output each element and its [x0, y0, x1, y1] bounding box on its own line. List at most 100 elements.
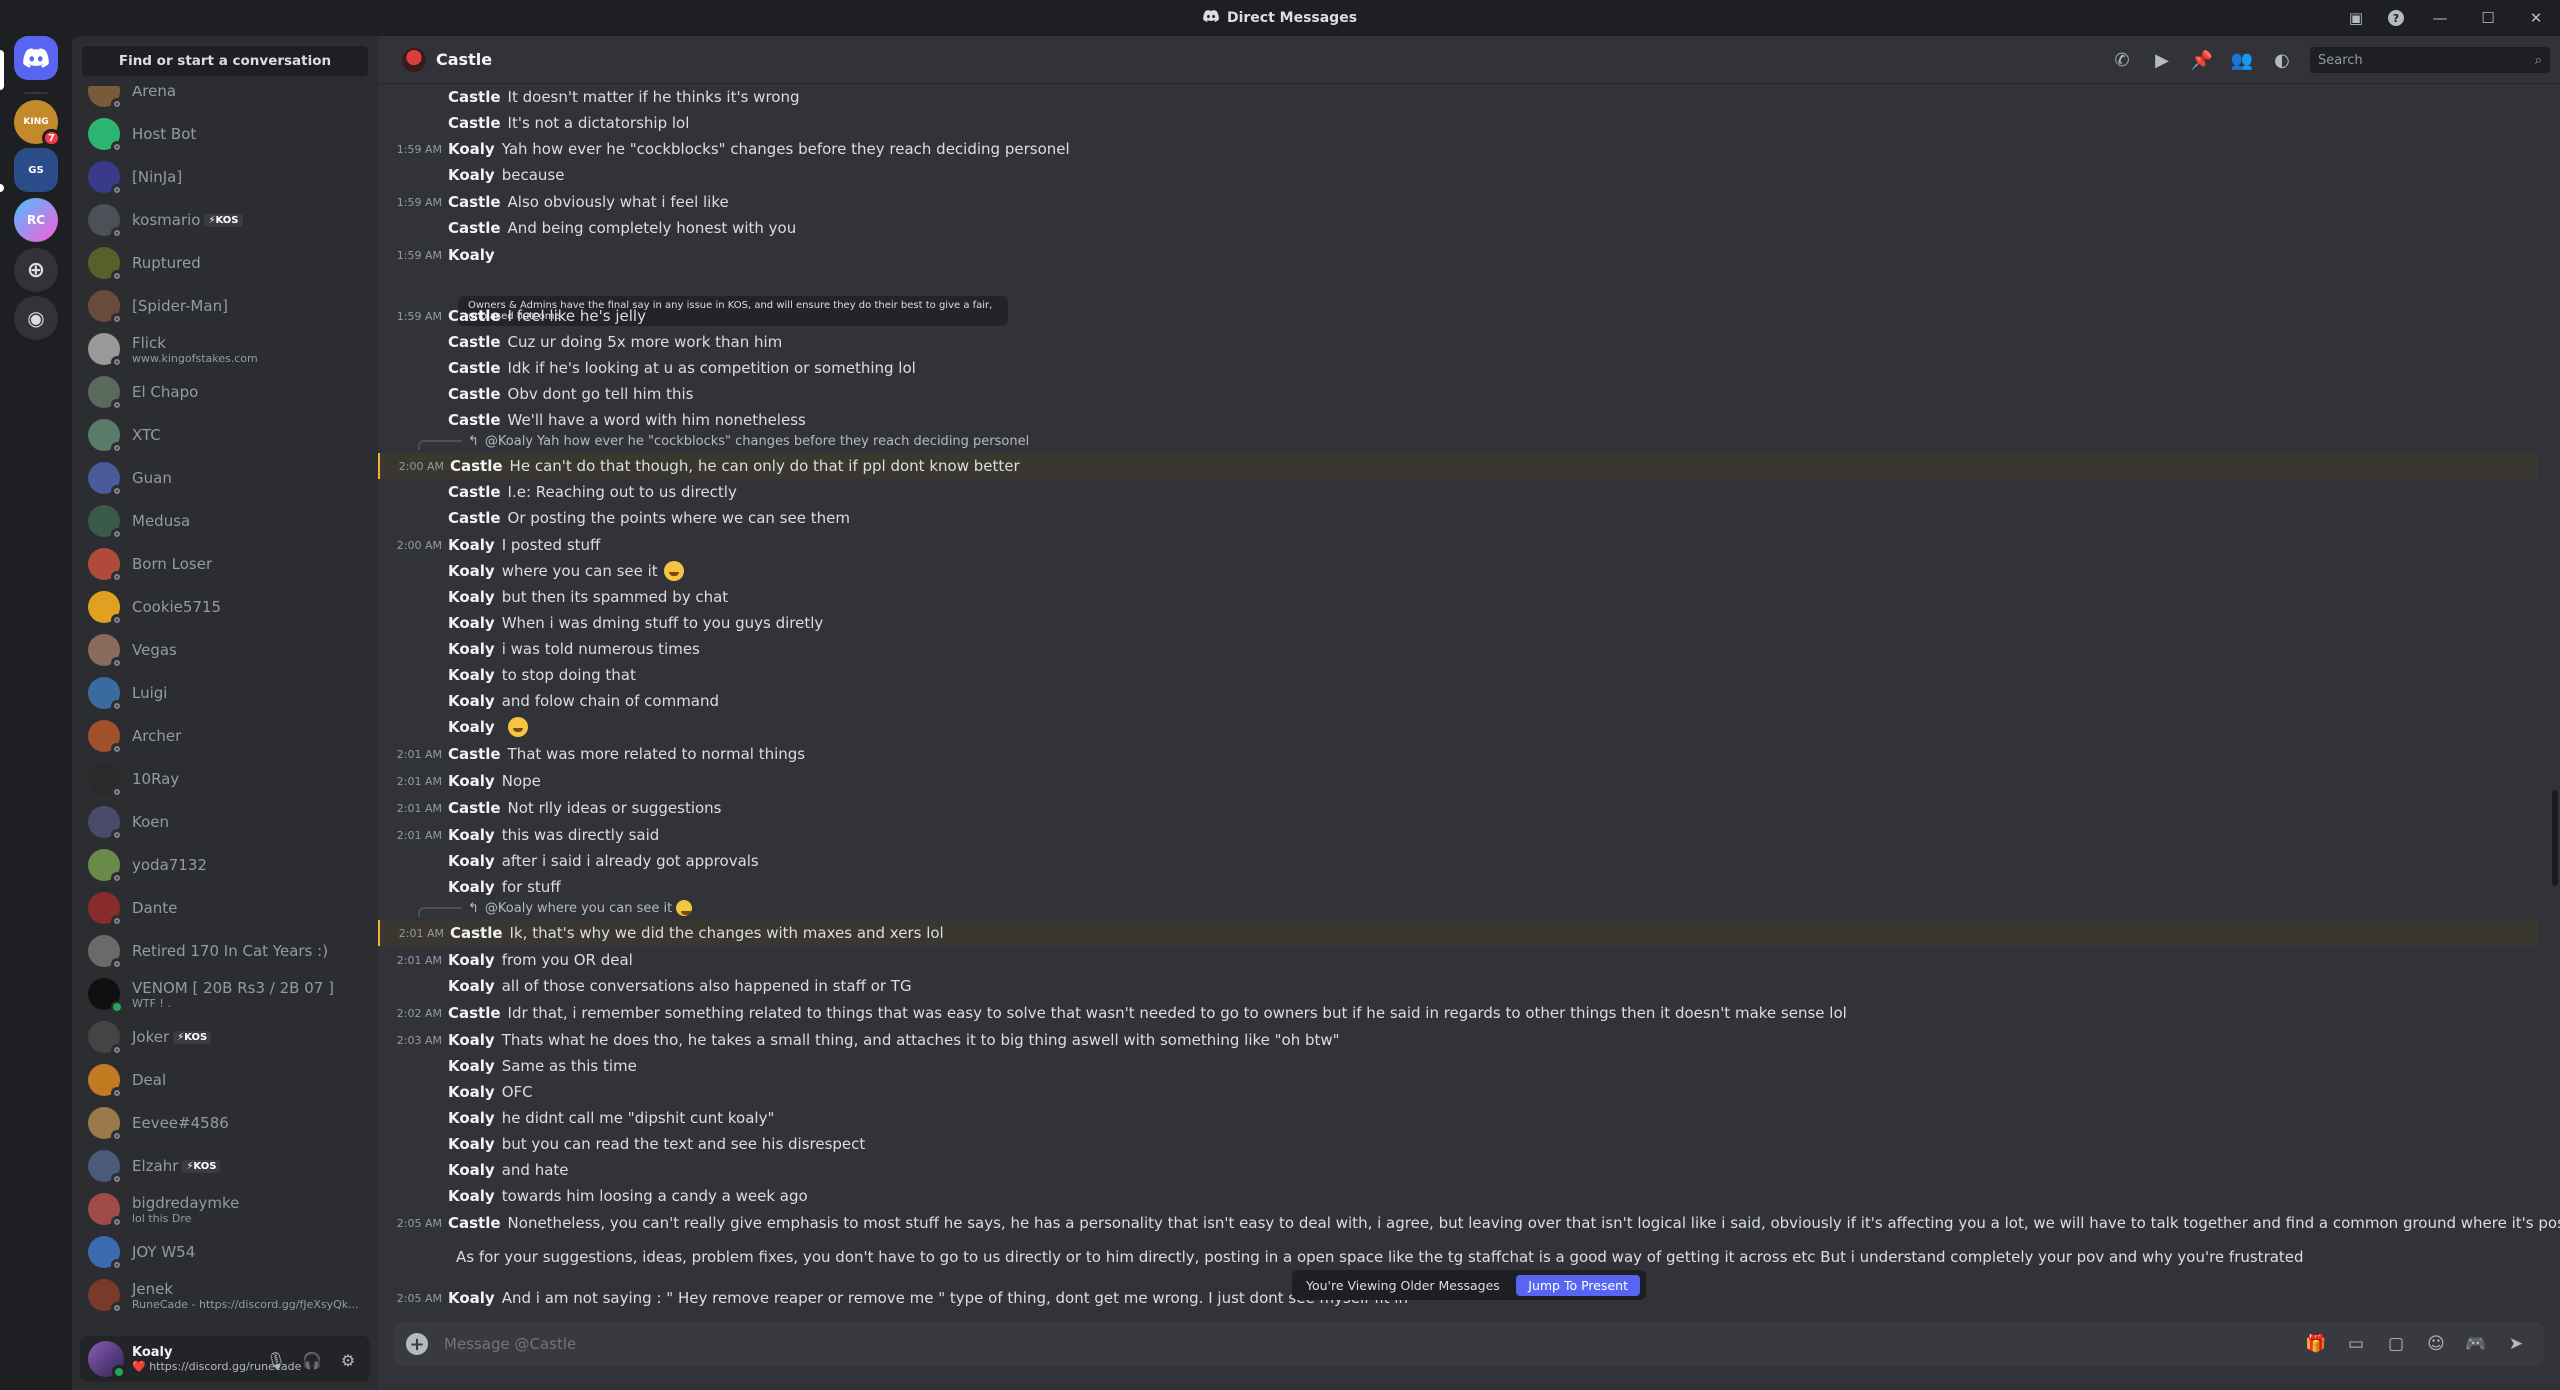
jump-to-present-button[interactable]: Jump To Present [1516, 1274, 1640, 1296]
message-author[interactable]: Castle [448, 88, 501, 106]
message-row[interactable]: Castle And being completely honest with y… [378, 215, 2538, 241]
message-row[interactable]: Castle We'll have a word with him nonethe… [378, 407, 2538, 433]
search-input[interactable]: Search ⌕ [2310, 47, 2550, 73]
message-row[interactable]: Koaly to stop doing that [378, 662, 2538, 688]
gift-icon[interactable]: 🎁 [2296, 1322, 2336, 1366]
message-row[interactable]: KoalyIt all started with once a month ty… [378, 1309, 2538, 1312]
message-author[interactable]: Castle [448, 745, 501, 763]
message-row[interactable]: 2:05 AM Castle Nonetheless, you can't real… [378, 1210, 2560, 1236]
message-author[interactable]: Koaly [448, 977, 495, 995]
dm-item[interactable]: Koen [80, 801, 370, 843]
dm-item[interactable]: bigdredaymke lol this Dre [80, 1188, 370, 1230]
server-runecade[interactable]: RC [14, 198, 58, 242]
dm-item[interactable]: Eevee#4586 [80, 1102, 370, 1144]
dm-item[interactable]: Flick www.kingofstakes.com [80, 328, 370, 370]
recipient-name[interactable]: Castle [436, 50, 492, 69]
message-row[interactable]: 2:03 AM Koaly Thats what he does tho, he t… [378, 1027, 2538, 1053]
emoji-icon[interactable]: ☺ [2416, 1322, 2456, 1366]
message-author[interactable]: Koaly [448, 1031, 495, 1049]
message-row[interactable]: Koaly towards him loosing a candy a week … [378, 1183, 2538, 1209]
message-row[interactable]: 2:01 AM Koaly Nope [378, 768, 2538, 794]
dm-item[interactable]: El Chapo [80, 371, 370, 413]
reply-preview[interactable]: ↰ @Koaly Yah how ever he "cockblocks" chan… [418, 431, 1029, 451]
dm-item[interactable]: Ruptured [80, 242, 370, 284]
microphone-icon[interactable]: 🎙 [260, 1344, 292, 1376]
inbox-icon[interactable]: ▣ [2336, 0, 2376, 36]
message-author[interactable]: Koaly [448, 852, 495, 870]
message-author[interactable]: Koaly [448, 1135, 495, 1153]
message-author[interactable]: Koaly [448, 588, 495, 606]
message-author[interactable]: Castle [448, 509, 501, 527]
dm-item[interactable]: Elzahr ⚡KOS [80, 1145, 370, 1187]
dm-item[interactable]: Luigi [80, 672, 370, 714]
dm-item[interactable]: Dante [80, 887, 370, 929]
message-row[interactable]: 2:00 AM Castle He can't do that though, he… [378, 453, 2538, 479]
message-author[interactable]: Koaly [448, 1161, 495, 1179]
message-author[interactable]: Koaly [448, 614, 495, 632]
message-row[interactable]: Koaly but you can read the text and see h… [378, 1131, 2538, 1157]
add-server-button[interactable]: ⊕ [14, 248, 58, 292]
dm-item[interactable]: JOY W54 [80, 1231, 370, 1273]
message-author[interactable]: Castle [448, 114, 501, 132]
find-conversation-button[interactable]: Find or start a conversation [82, 46, 368, 76]
message-row[interactable]: Koaly OFC [378, 1079, 2538, 1105]
add-friends-icon[interactable]: 👥 [2222, 36, 2262, 84]
message-row[interactable]: Koaly and folow chain of command [378, 688, 2538, 714]
message-row[interactable]: 2:01 AM Koaly this was directly said [378, 822, 2538, 848]
gear-icon[interactable]: ⚙ [332, 1344, 364, 1376]
message-author[interactable]: Castle [448, 219, 501, 237]
send-icon[interactable]: ➤ [2496, 1322, 2536, 1366]
message-author[interactable]: Castle [448, 359, 501, 377]
message-author[interactable]: Koaly [448, 666, 495, 684]
pin-icon[interactable]: 📌 [2182, 36, 2222, 84]
message-author[interactable]: Koaly [448, 718, 495, 736]
message-author[interactable]: Castle [448, 483, 501, 501]
message-row[interactable]: 1:59 AM Castle Also obviously what i feel … [378, 189, 2538, 215]
message-row[interactable]: Koaly because [378, 162, 2538, 188]
message-row[interactable]: Koaly he didnt call me "dipshit cunt koal… [378, 1105, 2538, 1131]
message-row[interactable]: Koaly Same as this time [378, 1053, 2538, 1079]
message-author[interactable]: Koaly [448, 166, 495, 184]
close-icon[interactable]: ✕ [2512, 0, 2560, 36]
sticker-icon[interactable]: ▢ [2376, 1322, 2416, 1366]
dm-item[interactable]: Cookie5715 [80, 586, 370, 628]
message-author[interactable]: Castle [448, 1004, 501, 1022]
dm-item[interactable]: Arena [80, 86, 370, 112]
server-folder[interactable]: GS [14, 148, 58, 192]
message-author[interactable]: Koaly [448, 951, 495, 969]
message-row[interactable]: 1:59 AM Koaly Yah how ever he "cockblocks"… [378, 136, 2538, 162]
message-author[interactable]: Koaly [448, 1083, 495, 1101]
message-row[interactable]: 1:59 AM Koaly [378, 242, 2538, 268]
message-row[interactable]: 2:00 AM Koaly I posted stuff [378, 532, 2538, 558]
message-author[interactable]: Koaly [448, 1057, 495, 1075]
headphones-icon[interactable]: 🎧 [296, 1344, 328, 1376]
gif-icon[interactable]: ▭ [2336, 1322, 2376, 1366]
user-profile-icon[interactable]: ◐ [2262, 36, 2302, 84]
dm-item[interactable]: Archer [80, 715, 370, 757]
message-row[interactable]: Koaly i was told numerous times [378, 636, 2538, 662]
dm-item[interactable]: VENOM [ 20B Rs3 / 2B 07 ] WTF ! . [80, 973, 370, 1015]
dm-item[interactable]: [NinJa] [80, 156, 370, 198]
message-row[interactable]: Castle It's not a dictatorship lol [378, 110, 2538, 136]
message-row[interactable]: 1:59 AM Castle I feel like he's jelly [378, 303, 2538, 329]
message-author[interactable]: Koaly [448, 826, 495, 844]
message-author[interactable]: Koaly [448, 772, 495, 790]
message-author[interactable]: Koaly [448, 692, 495, 710]
dm-item[interactable]: Jenek RuneCade - https://discord.gg/fJeXs… [80, 1274, 370, 1316]
message-input[interactable] [444, 1335, 2144, 1353]
server-king[interactable]: KING 7 [14, 100, 61, 147]
recipient-avatar[interactable] [402, 47, 426, 72]
message-row[interactable]: Castle Obv dont go tell him this [378, 381, 2538, 407]
message-row[interactable]: Koaly but then its spammed by chat [378, 584, 2538, 610]
video-call-icon[interactable]: ▶ [2142, 36, 2182, 84]
message-row[interactable]: Castle Cuz ur doing 5x more work than him [378, 329, 2538, 355]
message-author[interactable]: Castle [448, 799, 501, 817]
dm-item[interactable]: [Spider-Man] [80, 285, 370, 327]
upload-plus-icon[interactable]: + [406, 1333, 428, 1355]
dm-item[interactable]: Retired 170 In Cat Years :) [80, 930, 370, 972]
message-author[interactable]: Koaly [448, 1109, 495, 1127]
dm-item[interactable]: XTC [80, 414, 370, 456]
voice-call-icon[interactable]: ✆ [2102, 36, 2142, 84]
dm-item[interactable]: Joker ⚡KOS [80, 1016, 370, 1058]
help-icon[interactable]: ? [2376, 0, 2416, 36]
